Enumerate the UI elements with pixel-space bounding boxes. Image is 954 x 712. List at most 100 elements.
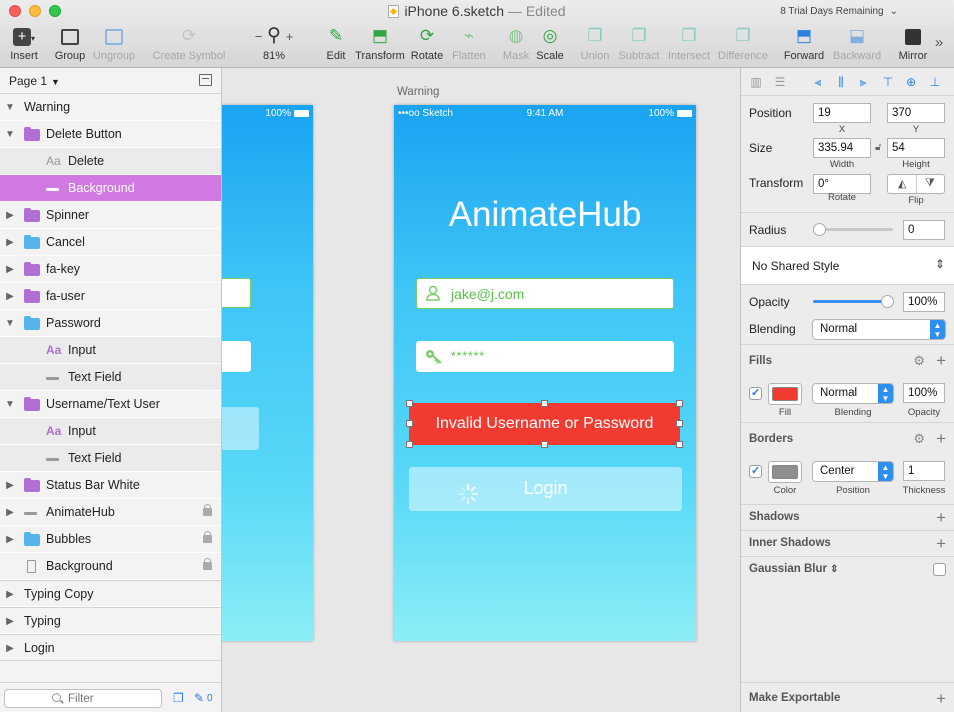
error-banner-selected[interactable]: Invalid Username or Password (409, 403, 680, 445)
layer-username-text-field[interactable]: Text Field (0, 445, 221, 472)
ungroup-button[interactable]: Ungroup (92, 24, 136, 62)
align-bottom-icon[interactable]: ⊥ (928, 75, 942, 89)
disclosure-closed-icon[interactable]: ▶ (5, 608, 15, 635)
disclosure-closed-icon[interactable]: ▶ (5, 229, 15, 256)
align-left-icon[interactable]: ⫷ (811, 75, 825, 89)
resize-handle-br[interactable] (676, 441, 683, 448)
resize-handle-bc[interactable] (541, 441, 548, 448)
radius-slider[interactable] (813, 223, 893, 236)
layer-fa-key[interactable]: ▶ fa-key (0, 256, 221, 283)
layer-bubbles[interactable]: ▶ Bubbles (0, 526, 221, 553)
gaussian-blur-dropdown[interactable]: Gaussian Blur ⇕ (749, 563, 839, 575)
align-top-icon[interactable]: ⊤ (881, 75, 895, 89)
opacity-slider[interactable] (813, 295, 894, 308)
distribute-vertical-icon[interactable]: ☰ (773, 75, 787, 89)
artboard-typing[interactable]: ▶ Typing (0, 607, 221, 634)
disclosure-open-icon[interactable]: ▼ (5, 310, 15, 337)
shared-style-section[interactable]: No Shared Style ⇕ (741, 246, 954, 284)
border-color-swatch[interactable] (768, 461, 802, 483)
disclosure-closed-icon[interactable]: ▶ (5, 635, 15, 662)
layer-username-input[interactable]: Aa Input (0, 418, 221, 445)
add-fill-icon[interactable]: + (936, 352, 946, 369)
add-export-icon[interactable]: + (936, 690, 946, 707)
subtract-button[interactable]: ❐ Subtract (616, 24, 662, 62)
layer-status-bar-white[interactable]: ▶ Status Bar White (0, 472, 221, 499)
edited-filter-icon[interactable]: ✎ (194, 691, 204, 705)
add-inner-shadow-icon[interactable]: + (936, 535, 946, 552)
width-input[interactable] (813, 138, 871, 158)
add-border-icon[interactable]: + (936, 430, 946, 447)
add-shadow-icon[interactable]: + (936, 509, 946, 526)
layer-password-text-field[interactable]: Text Field (0, 364, 221, 391)
password-field[interactable]: ****** (416, 341, 674, 372)
position-y-input[interactable] (887, 103, 945, 123)
disclosure-closed-icon[interactable]: ▶ (5, 472, 15, 499)
border-position-dropdown[interactable]: Center ▲ ▼ (812, 461, 894, 482)
zoom-control[interactable]: − ⚲ + 81% (244, 24, 304, 62)
rotate-button[interactable]: ⟳ Rotate (410, 24, 444, 62)
disclosure-closed-icon[interactable]: ▶ (5, 256, 15, 283)
opacity-slider-knob[interactable] (881, 295, 894, 308)
disclosure-open-icon[interactable]: ▼ (5, 94, 15, 121)
disclosure-open-icon[interactable]: ▼ (5, 121, 15, 148)
disclosure-closed-icon[interactable]: ▶ (5, 499, 15, 526)
artboard-login[interactable]: ▶ Login (0, 634, 221, 661)
username-field[interactable]: jake@j.com (416, 278, 674, 309)
lock-icon[interactable] (203, 504, 212, 516)
trial-dropdown[interactable]: 8 Trial Days Remaining ⌄ (780, 6, 898, 17)
disclosure-closed-icon[interactable]: ▶ (5, 581, 15, 608)
edit-button[interactable]: ✎ Edit (323, 24, 349, 62)
gear-icon[interactable]: ⚙ (913, 353, 925, 369)
align-center-icon[interactable]: ⫼ (834, 75, 848, 89)
create-symbol-button[interactable]: ⟳ Create Symbol (152, 24, 226, 62)
layer-password-input[interactable]: Aa Input (0, 337, 221, 364)
page-selector[interactable]: Page 1 ▼ (0, 68, 221, 94)
layer-spinner[interactable]: ▶ Spinner (0, 202, 221, 229)
disclosure-closed-icon[interactable]: ▶ (5, 202, 15, 229)
opacity-input[interactable] (903, 292, 945, 312)
radius-input[interactable] (903, 220, 945, 240)
radius-slider-knob[interactable] (813, 223, 826, 236)
artboard-label[interactable]: Warning (397, 86, 439, 98)
resize-handle-ml[interactable] (406, 420, 413, 427)
intersect-button[interactable]: ❐ Intersect (667, 24, 711, 62)
fill-blending-dropdown[interactable]: Normal ▲ ▼ (812, 383, 894, 404)
layer-fa-user[interactable]: ▶ fa-user (0, 283, 221, 310)
artboard-typing-copy[interactable]: ▶ Typing Copy (0, 580, 221, 607)
collapse-pages-icon[interactable] (199, 74, 212, 86)
position-x-input[interactable] (813, 103, 871, 123)
gaussian-blur-checkbox[interactable] (933, 563, 946, 576)
filter-field[interactable] (4, 689, 162, 708)
lock-proportions-icon[interactable]: 🔓︎ (875, 142, 881, 153)
mask-button[interactable]: ◍ Mask (500, 24, 532, 62)
fill-color-swatch[interactable] (768, 383, 802, 405)
login-button[interactable]: Login (409, 467, 682, 511)
layer-cancel[interactable]: ▶ Cancel (0, 229, 221, 256)
rotate-input[interactable] (813, 174, 871, 194)
resize-handle-tc[interactable] (541, 400, 548, 407)
canvas[interactable]: 100% ub Warning •••oo Sketch 9:41 AM 100… (222, 68, 740, 712)
resize-handle-tl[interactable] (406, 400, 413, 407)
insert-button[interactable]: + ▾ Insert (8, 24, 40, 62)
layer-username[interactable]: ▼ Username/Text User (0, 391, 221, 418)
blending-dropdown[interactable]: Normal ▲ ▼ (812, 319, 946, 340)
layer-delete-text[interactable]: Aa Delete (0, 148, 221, 175)
layer-delete-button[interactable]: ▼ Delete Button (0, 121, 221, 148)
flip-vertical-icon[interactable]: ⧩ (925, 177, 935, 190)
toolbar-overflow-button[interactable]: » (930, 34, 948, 51)
disclosure-open-icon[interactable]: ▼ (5, 391, 15, 418)
resize-handle-mr[interactable] (676, 420, 683, 427)
layer-background-selected[interactable]: Background (0, 175, 221, 202)
gear-icon[interactable]: ⚙ (913, 431, 925, 447)
artboard-partial-left[interactable]: 100% ub (222, 105, 313, 641)
height-input[interactable] (887, 138, 945, 158)
lock-icon[interactable] (203, 558, 212, 570)
border-enabled-checkbox[interactable] (749, 464, 762, 478)
align-right-icon[interactable]: ⫸ (856, 75, 870, 89)
fill-enabled-checkbox[interactable] (749, 386, 762, 400)
backward-button[interactable]: ⬓ Backward (832, 24, 882, 62)
mirror-button[interactable]: Mirror (897, 24, 929, 62)
zoom-in-icon[interactable]: + (286, 29, 294, 44)
distribute-horizontal-icon[interactable]: ▥ (749, 75, 763, 89)
lock-icon[interactable] (203, 531, 212, 543)
